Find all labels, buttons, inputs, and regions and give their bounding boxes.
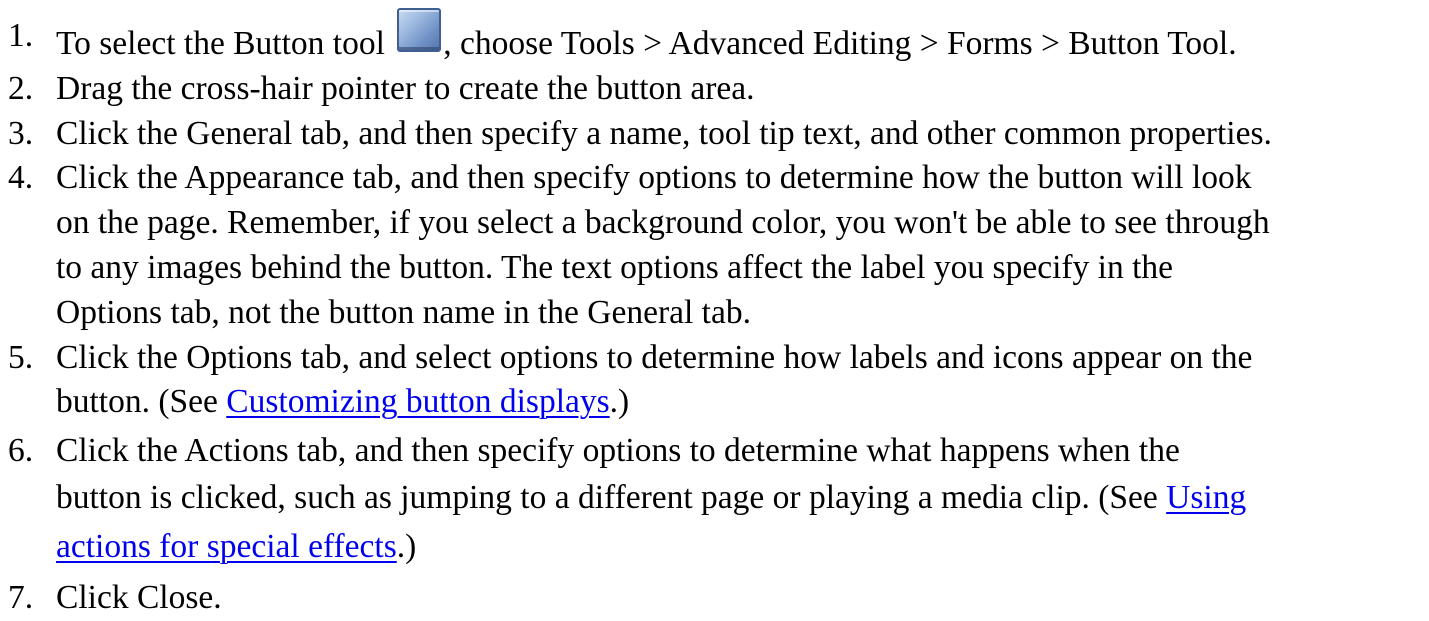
step-text: , choose Tools > Advanced Editing > Form… [443, 25, 1237, 62]
step-text-line: actions for special effects.) [56, 522, 1429, 572]
button-tool-icon [397, 8, 442, 52]
step-text: Drag the cross-hair pointer to create th… [56, 69, 755, 107]
step-text: To select the Button tool [56, 25, 394, 62]
step-number: 5. [8, 338, 34, 376]
step-1: 1. To select the Button tool , choose To… [0, 8, 1429, 67]
step-text: button is clicked, such as jumping to a … [56, 478, 1167, 516]
step-text-line: button. (See Customizing button displays… [56, 380, 1429, 425]
customizing-button-displays-link[interactable]: Customizing button displays [226, 383, 609, 420]
step-3: 3. Click the General tab, and then speci… [0, 112, 1429, 157]
step-7: 7. Click Close. [0, 576, 1429, 621]
actions-for-special-effects-link[interactable]: actions for special effects [56, 528, 397, 565]
step-text: .) [609, 383, 630, 421]
step-4: 4. Click the Appearance tab, and then sp… [0, 156, 1429, 335]
step-text-line: on the page. Remember, if you select a b… [56, 204, 1270, 242]
step-number: 1. [8, 17, 34, 54]
step-number: 6. [8, 432, 34, 470]
step-text-line: Click the Options tab, and select option… [56, 338, 1253, 376]
step-text-line: to any images behind the button. The tex… [56, 248, 1174, 286]
step-text-line: Click the Appearance tab, and then speci… [56, 159, 1252, 197]
instruction-steps: 1. To select the Button tool , choose To… [0, 0, 1429, 621]
step-2: 2. Drag the cross-hair pointer to create… [0, 67, 1429, 112]
step-number: 2. [8, 69, 34, 107]
step-text-line: button is clicked, such as jumping to a … [56, 474, 1429, 522]
using-actions-link[interactable]: Using [1166, 479, 1246, 516]
step-text-line: Click the Actions tab, and then specify … [56, 432, 1180, 470]
step-text-line: Options tab, not the button name in the … [56, 293, 751, 331]
step-number: 7. [8, 578, 34, 616]
step-text: Click the General tab, and then specify … [56, 114, 1272, 152]
step-6: 6. Click the Actions tab, and then speci… [0, 429, 1429, 572]
step-5: 5. Click the Options tab, and select opt… [0, 336, 1429, 426]
step-text: Click Close. [56, 578, 222, 616]
step-number: 3. [8, 114, 34, 152]
step-number: 4. [8, 159, 34, 197]
step-text: .) [396, 527, 417, 565]
step-text: button. (See [56, 383, 227, 421]
